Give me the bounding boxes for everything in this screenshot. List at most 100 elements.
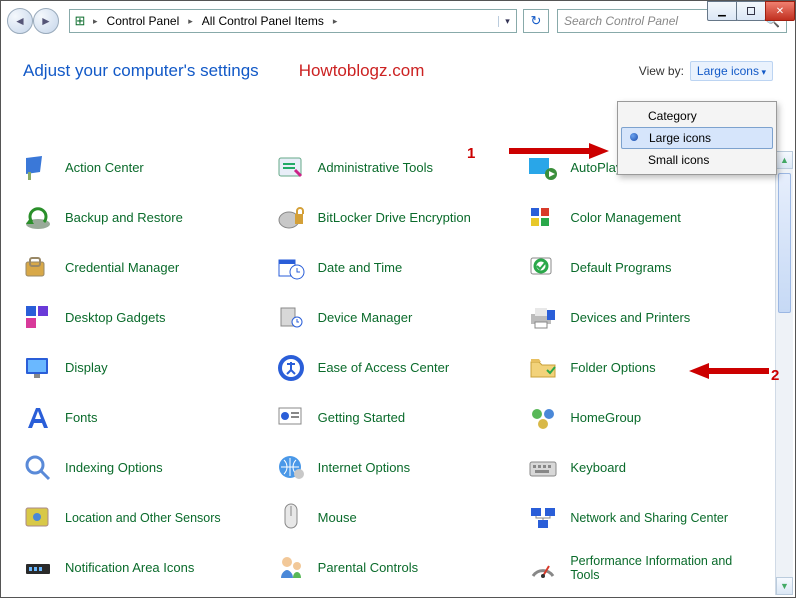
cp-item-parental-controls[interactable]: Parental Controls [274,551,519,585]
cp-item-label: Performance Information and Tools [570,554,740,583]
desktop-gadgets-icon [21,301,55,335]
notification-icons-icon [21,551,55,585]
cp-item-label: Default Programs [570,261,671,276]
cp-item-notification-area-icons[interactable]: Notification Area Icons [21,551,266,585]
cp-item-network-and-sharing-center[interactable]: Network and Sharing Center [526,501,771,535]
close-button[interactable]: ✕ [765,1,795,21]
annotation-arrow-2 [689,361,769,384]
cp-item-ease-of-access-center[interactable]: Ease of Access Center [274,351,519,385]
cp-item-keyboard[interactable]: Keyboard [526,451,771,485]
chevron-right-icon[interactable]: ▸ [185,16,196,27]
keyboard-icon [526,451,560,485]
default-programs-icon [526,251,560,285]
cp-item-label: Devices and Printers [570,311,690,326]
cp-item-label: Getting Started [318,411,405,426]
search-placeholder: Search Control Panel [564,14,678,28]
minimize-icon: ▁ [718,6,726,17]
chevron-right-icon[interactable]: ▸ [90,16,101,27]
action-center-icon [21,151,55,185]
cp-item-administrative-tools[interactable]: Administrative Tools [274,151,519,185]
cp-item-devices-and-printers[interactable]: Devices and Printers [526,301,771,335]
cp-item-default-programs[interactable]: Default Programs [526,251,771,285]
scroll-thumb[interactable] [778,173,791,313]
refresh-button[interactable]: ↻ [523,9,549,33]
cp-item-label: Administrative Tools [318,161,433,176]
control-panel-icon: ⊞ [70,13,90,29]
cp-item-color-management[interactable]: Color Management [526,201,771,235]
view-option-large-icons[interactable]: Large icons [621,127,773,149]
address-dropdown[interactable]: ▾ [498,16,516,27]
cp-item-device-manager[interactable]: Device Manager [274,301,519,335]
device-mgr-icon [274,301,308,335]
view-option-category[interactable]: Category [620,105,774,127]
view-by-label: View by: [639,64,684,78]
annotation-number-2: 2 [771,367,779,384]
maximize-button[interactable] [736,1,766,21]
breadcrumb-segment[interactable]: Control Panel [101,14,186,28]
homegroup-icon [526,401,560,435]
admin-tools-icon [274,151,308,185]
cp-item-backup-and-restore[interactable]: Backup and Restore [21,201,266,235]
close-icon: ✕ [776,6,784,17]
cp-item-label: Mouse [318,511,357,526]
annotation-number-1: 1 [467,145,475,162]
getting-started-icon [274,401,308,435]
parental-controls-icon [274,551,308,585]
cp-item-fonts[interactable]: Fonts [21,401,266,435]
folder-options-icon [526,351,560,385]
indexing-icon [21,451,55,485]
cp-item-credential-manager[interactable]: Credential Manager [21,251,266,285]
cp-item-date-and-time[interactable]: Date and Time [274,251,519,285]
back-button[interactable]: ◄ [7,8,33,34]
performance-info-icon [526,551,560,585]
forward-button[interactable]: ► [33,8,59,34]
internet-options-icon [274,451,308,485]
cp-item-label: Action Center [65,161,144,176]
ease-access-icon [274,351,308,385]
cp-item-display[interactable]: Display [21,351,266,385]
view-option-small-icons[interactable]: Small icons [620,149,774,171]
cp-item-label: Folder Options [570,361,655,376]
cp-item-label: Keyboard [570,461,626,476]
cp-item-getting-started[interactable]: Getting Started [274,401,519,435]
cp-item-action-center[interactable]: Action Center [21,151,266,185]
cp-item-label: Credential Manager [65,261,179,276]
cp-item-mouse[interactable]: Mouse [274,501,519,535]
color-mgmt-icon [526,201,560,235]
date-time-icon [274,251,308,285]
cp-item-performance-information-and-tools[interactable]: Performance Information and Tools [526,551,771,585]
cp-item-indexing-options[interactable]: Indexing Options [21,451,266,485]
breadcrumb-segment[interactable]: All Control Panel Items [196,14,330,28]
scroll-down-button[interactable]: ▼ [776,577,793,595]
cp-item-location-and-other-sensors[interactable]: Location and Other Sensors [21,501,266,535]
location-sensors-icon [21,501,55,535]
cp-item-label: Notification Area Icons [65,561,194,576]
scroll-up-button[interactable]: ▲ [776,151,793,169]
credential-mgr-icon [21,251,55,285]
page-title: Adjust your computer's settings [23,61,259,81]
arrow-right-icon: ► [40,14,52,28]
address-bar[interactable]: ⊞ ▸ Control Panel ▸ All Control Panel It… [69,9,517,33]
cp-item-label: HomeGroup [570,411,641,426]
cp-item-homegroup[interactable]: HomeGroup [526,401,771,435]
view-by-dropdown[interactable]: Large icons [690,61,773,81]
radio-selected-icon [630,133,638,141]
cp-item-label: Display [65,361,108,376]
mouse-icon [274,501,308,535]
devices-printers-icon [526,301,560,335]
chevron-right-icon[interactable]: ▸ [330,16,341,27]
cp-item-label: Date and Time [318,261,403,276]
cp-item-label: Device Manager [318,311,413,326]
cp-item-label: Parental Controls [318,561,418,576]
cp-item-label: Ease of Access Center [318,361,450,376]
maximize-icon [747,7,755,15]
view-option-label: Large icons [649,131,711,145]
cp-item-internet-options[interactable]: Internet Options [274,451,519,485]
cp-item-label: Location and Other Sensors [65,511,221,525]
cp-item-desktop-gadgets[interactable]: Desktop Gadgets [21,301,266,335]
refresh-icon: ↻ [531,13,542,29]
cp-item-bitlocker-drive-encryption[interactable]: BitLocker Drive Encryption [274,201,519,235]
cp-item-label: Fonts [65,411,98,426]
navigation-bar: ◄ ► ⊞ ▸ Control Panel ▸ All Control Pane… [7,5,787,37]
minimize-button[interactable]: ▁ [707,1,737,21]
